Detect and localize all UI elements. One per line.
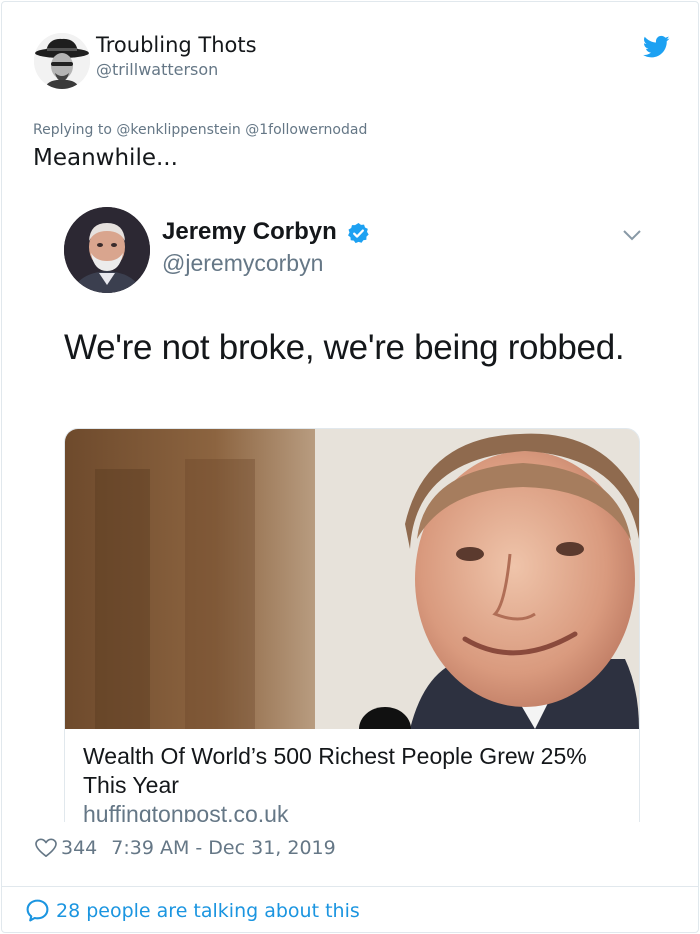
chevron-down-icon bbox=[623, 230, 641, 241]
embedded-author-name: Jeremy Corbyn bbox=[162, 218, 337, 245]
speech-bubble-icon bbox=[26, 899, 49, 922]
link-preview-image bbox=[65, 429, 639, 729]
tweet-card: Troubling Thots @trillwatterson Replying… bbox=[1, 1, 699, 933]
heart-icon[interactable] bbox=[35, 838, 57, 858]
replying-to-line[interactable]: Replying to @kenklippenstein @1followern… bbox=[33, 122, 367, 138]
link-preview-title[interactable]: Wealth Of World’s 500 Richest People Gre… bbox=[83, 742, 623, 800]
author-handle[interactable]: @trillwatterson bbox=[96, 60, 218, 79]
bearded-man-avatar-icon bbox=[64, 207, 150, 293]
link-preview-card: Wealth Of World’s 500 Richest People Gre… bbox=[64, 428, 640, 822]
conversation-link-label: 28 people are talking about this bbox=[56, 899, 360, 922]
author-name[interactable]: Troubling Thots bbox=[96, 33, 257, 57]
divider bbox=[2, 886, 698, 887]
tweet-timestamp[interactable]: 7:39 AM - Dec 31, 2019 bbox=[111, 837, 335, 859]
verified-badge-icon bbox=[348, 222, 369, 244]
conversation-link[interactable]: 28 people are talking about this bbox=[25, 898, 360, 923]
man-in-fedora-icon bbox=[34, 33, 90, 89]
embedded-tweet-text: We're not broke, we're being robbed. bbox=[64, 328, 625, 367]
twitter-bird-icon[interactable] bbox=[643, 35, 670, 59]
embedded-tweet-screenshot: Jeremy Corbyn @jeremycorbyn We're not br… bbox=[33, 190, 673, 822]
embedded-author-avatar bbox=[64, 207, 150, 293]
embedded-author-handle: @jeremycorbyn bbox=[162, 250, 324, 276]
tweet-text: Meanwhile... bbox=[33, 145, 178, 171]
man-smiling-photo-icon bbox=[65, 429, 639, 729]
tweet-metadata: 344 7:39 AM - Dec 31, 2019 bbox=[35, 836, 336, 860]
like-count[interactable]: 344 bbox=[61, 837, 97, 859]
author-avatar[interactable] bbox=[34, 33, 90, 89]
link-preview-domain[interactable]: huffingtonpost.co.uk bbox=[83, 801, 288, 822]
